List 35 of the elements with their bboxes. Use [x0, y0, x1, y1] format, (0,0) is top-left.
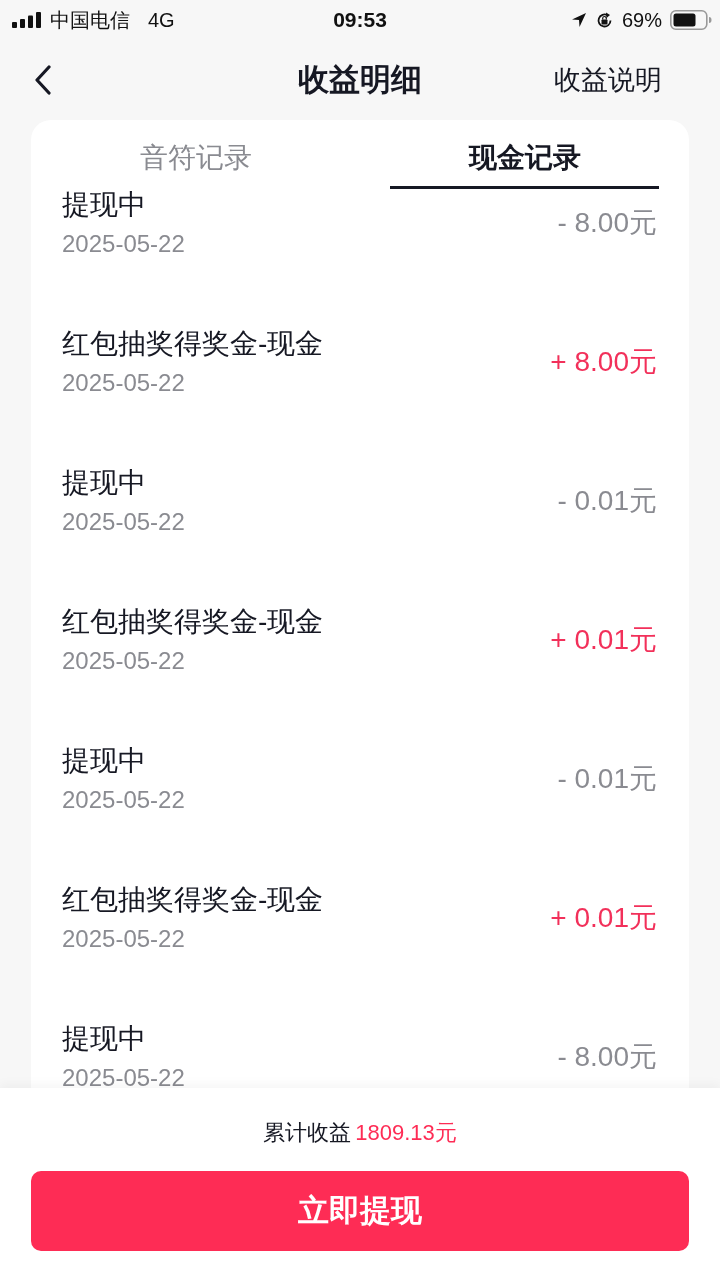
signal-icon: [12, 12, 42, 28]
total-earnings-value: 1809.13元: [355, 1119, 457, 1147]
withdraw-button[interactable]: 立即提现: [31, 1171, 689, 1251]
record-date: 2025-05-22: [62, 649, 185, 673]
record-title: 提现中: [62, 745, 146, 777]
record-title: 提现中: [62, 1023, 146, 1055]
status-time: 09:53: [333, 8, 387, 32]
total-earnings-label: 累计收益: [263, 1119, 352, 1147]
record-tab[interactable]: 现金记录: [390, 120, 659, 189]
record-date: 2025-05-22: [62, 788, 185, 812]
record-title: 红包抽奖得奖金-现金: [62, 606, 324, 638]
carrier-name: 中国电信: [50, 8, 130, 32]
battery-percent: 69%: [621, 8, 662, 32]
battery-icon: [670, 10, 712, 30]
record-title: 提现中: [62, 189, 146, 221]
network-type: 4G: [148, 8, 175, 32]
record-date: 2025-05-22: [62, 510, 185, 534]
location-arrow-icon: [570, 12, 587, 28]
record-title: 红包抽奖得奖金-现金: [62, 884, 324, 916]
earnings-info-link[interactable]: 收益说明: [554, 62, 662, 98]
record-amount: - 0.01元: [557, 762, 657, 795]
record-amount: + 8.00元: [550, 345, 657, 378]
record-date: 2025-05-22: [62, 371, 185, 395]
record-amount: - 8.00元: [557, 206, 657, 239]
record-amount: - 0.01元: [557, 484, 657, 517]
record-amount: + 0.01元: [550, 901, 657, 934]
page-title: 收益明细: [298, 61, 422, 99]
record-amount: - 8.00元: [557, 1040, 657, 1073]
back-button[interactable]: [34, 65, 52, 95]
record-title: 提现中: [62, 467, 146, 499]
record-date: 2025-05-22: [62, 1066, 185, 1088]
record-title: 红包抽奖得奖金-现金: [62, 328, 324, 360]
record-date: 2025-05-22: [62, 927, 185, 951]
record-date: 2025-05-22: [62, 232, 185, 256]
record-amount: + 0.01元: [550, 623, 657, 656]
